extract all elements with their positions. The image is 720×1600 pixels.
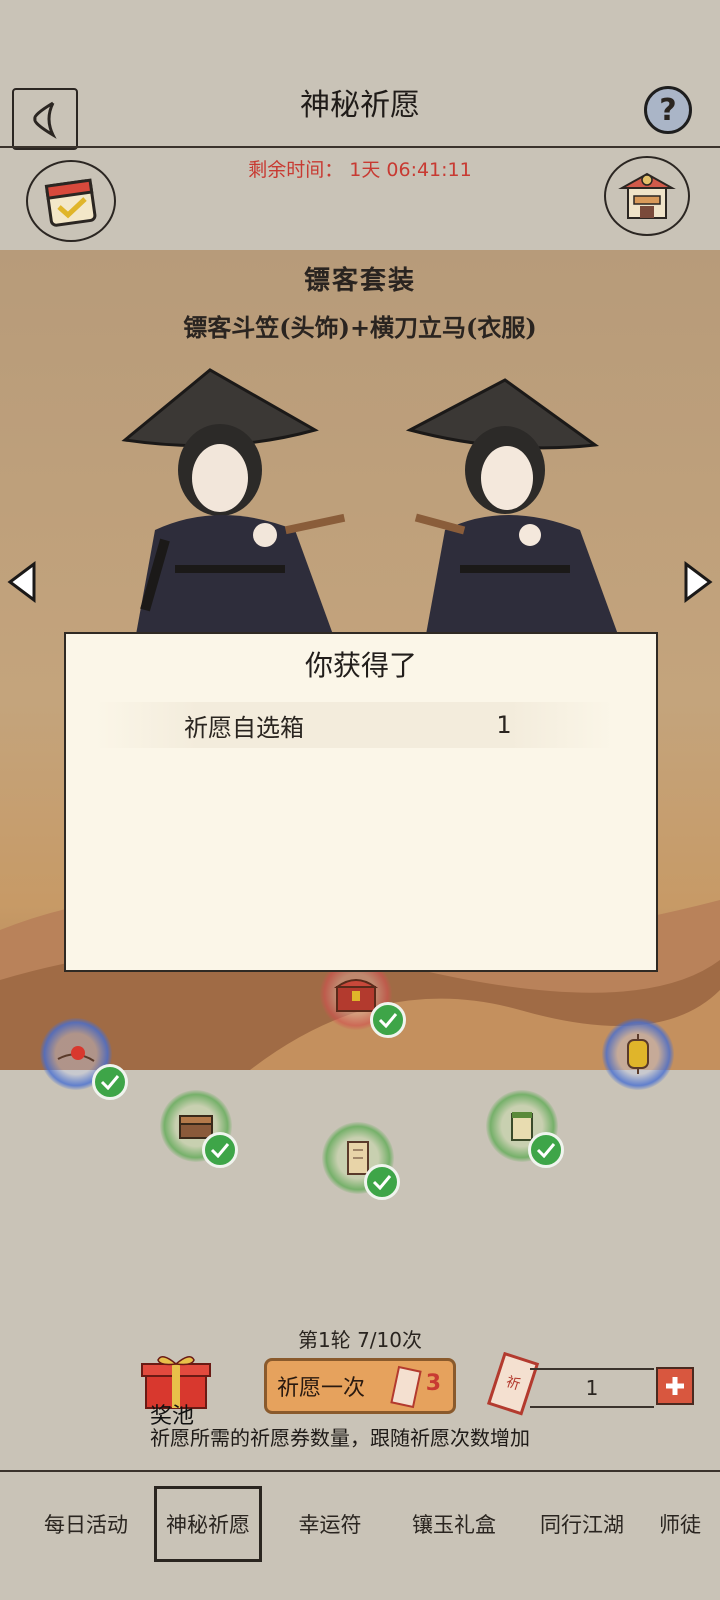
timer-value: 1天 06:41:11 [349,159,472,181]
tab-mentor[interactable]: 师徒 [648,1486,712,1562]
prize-slot-jar[interactable] [486,1090,564,1168]
tab-lucky-charm[interactable]: 幸运符 [280,1486,380,1562]
treasure-chest-icon [333,979,379,1012]
calendar-button[interactable] [26,160,116,242]
check-icon [92,1064,128,1100]
reward-item-quantity: 1 [496,711,512,739]
popup-title: 你获得了 [304,649,417,682]
tab-mystery-wish[interactable]: 神秘祈愿 [154,1486,262,1562]
round-progress: 第1轮 7/10次 [298,1328,422,1352]
check-icon [364,1164,400,1200]
male-character-image [121,368,346,640]
tab-divider [0,1470,720,1472]
bottom-tab-bar: 每日活动 神秘祈愿 幸运符 镶玉礼盒 同行江湖 师徒 [0,1470,720,1600]
check-icon [370,1002,406,1038]
prev-arrow-icon[interactable] [4,560,40,604]
wish-cost: 3 [425,1371,441,1396]
reward-item-row: 祈愿自选箱 1 [94,702,614,748]
set-description: 镖客斗笠(头饰)+横刀立马(衣服) [183,313,537,342]
prize-slot-chest[interactable] [160,1090,238,1168]
reward-item-name: 祈愿自选箱 [184,713,304,742]
set-title: 镖客套装 [303,266,416,296]
lantern-icon [627,1034,649,1074]
header-divider [0,146,720,148]
help-icon[interactable]: ? [644,86,692,134]
prize-slot-scroll[interactable] [322,1122,400,1200]
female-character-image [405,378,620,640]
cost-hint: 祈愿所需的祈愿券数量，跟随祈愿次数增加 [150,1426,530,1450]
page-title: 神秘祈愿 [300,88,420,123]
reward-popup[interactable]: 你获得了 祈愿自选箱 1 [64,632,658,972]
wish-button-label: 祈愿一次 [277,1376,366,1401]
timer-label: 剩余时间： [248,159,344,181]
add-ticket-button[interactable] [656,1367,694,1405]
next-arrow-icon[interactable] [680,560,716,604]
calendar-icon [44,178,97,227]
tab-daily-activity[interactable]: 每日活动 [30,1486,142,1562]
prize-slot-lantern[interactable] [602,1018,674,1090]
ticket-count: 1 [530,1368,654,1408]
check-icon [202,1132,238,1168]
shop-button[interactable] [604,156,690,236]
tab-jianghu-together[interactable]: 同行江湖 [526,1486,638,1562]
wish-once-button[interactable]: 祈愿一次 3 [264,1358,456,1414]
plus-icon [666,1377,684,1395]
wish-ticket-icon [390,1365,422,1409]
shop-building-icon [618,172,676,219]
prize-slot-red-ball[interactable] [40,1018,128,1100]
tab-jade-gift-box[interactable]: 镶玉礼盒 [398,1486,510,1562]
red-ball-icon [57,1046,95,1062]
check-icon [528,1132,564,1168]
